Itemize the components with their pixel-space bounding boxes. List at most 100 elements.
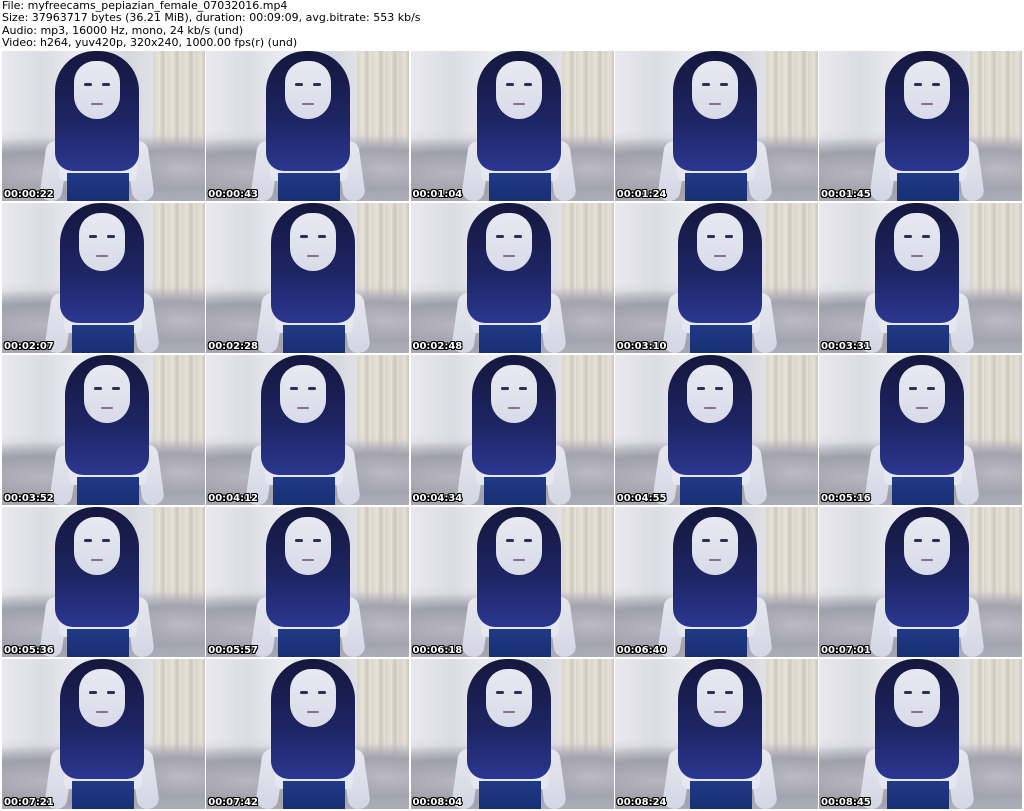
- eye-shape: [903, 691, 912, 694]
- thumbnail-timestamp: 00:05:57: [208, 645, 258, 656]
- face-shape: [692, 61, 739, 119]
- thumbnail-timestamp: 00:05:16: [821, 493, 871, 504]
- eye-shape: [496, 691, 504, 694]
- audio-info-line: Audio: mp3, 16000 Hz, mono, 24 kb/s (und…: [2, 24, 244, 37]
- jeans-shape: [886, 781, 949, 809]
- video-thumbnail: 00:06:18: [410, 507, 614, 657]
- mouth-shape: [296, 407, 309, 409]
- jeans-shape: [282, 325, 345, 353]
- eye-shape: [93, 387, 102, 390]
- eye-shape: [501, 387, 509, 390]
- jeans-shape: [685, 173, 748, 201]
- thumbnail-timestamp: 00:01:24: [616, 189, 667, 200]
- eye-shape: [921, 691, 930, 694]
- jeans-shape: [489, 629, 551, 657]
- video-info-line: Video: h264, yuv420p, 320x240, 1000.00 f…: [2, 37, 298, 50]
- mouth-shape: [709, 103, 722, 105]
- video-thumbnail: 00:08:04: [410, 659, 614, 809]
- eye-shape: [88, 691, 97, 694]
- jeans-shape: [690, 325, 753, 353]
- thumbnail-timestamp: 00:06:40: [616, 645, 667, 656]
- person-figure: [655, 51, 775, 201]
- mouth-shape: [90, 103, 103, 105]
- mouth-shape: [503, 255, 515, 257]
- video-thumbnail: 00:05:36: [2, 507, 205, 657]
- video-thumbnail: 00:05:57: [206, 507, 410, 657]
- eye-shape: [707, 235, 716, 238]
- file-info-header: File: myfreecams_pepiazian_female_070320…: [2, 0, 1022, 50]
- jeans-shape: [891, 477, 954, 505]
- eye-shape: [111, 387, 120, 390]
- jeans-shape: [282, 781, 345, 809]
- mouth-shape: [508, 407, 520, 409]
- jeans-shape: [896, 629, 959, 657]
- face-shape: [491, 365, 537, 423]
- video-thumbnail: 00:04:12: [206, 355, 410, 505]
- thumbnail-timestamp: 00:03:31: [821, 341, 871, 352]
- face-shape: [893, 669, 940, 727]
- eye-shape: [715, 387, 724, 390]
- mouth-shape: [920, 559, 933, 561]
- mouth-shape: [910, 711, 923, 713]
- thumbnail-timestamp: 00:02:48: [412, 341, 463, 352]
- face-shape: [692, 517, 739, 575]
- video-thumbnail: 00:06:40: [614, 507, 818, 657]
- person-figure: [248, 507, 368, 657]
- eye-shape: [903, 235, 912, 238]
- thumbnail-timestamp: 00:03:52: [4, 493, 54, 504]
- jeans-shape: [886, 325, 949, 353]
- eye-shape: [101, 539, 110, 542]
- thumbnail-timestamp: 00:04:55: [616, 493, 667, 504]
- eye-shape: [931, 83, 940, 86]
- video-thumbnail: 00:05:16: [819, 355, 1022, 505]
- thumbnail-timestamp: 00:04:12: [208, 493, 258, 504]
- mouth-shape: [709, 559, 722, 561]
- eye-shape: [913, 539, 922, 542]
- face-shape: [486, 213, 532, 271]
- eye-shape: [294, 539, 303, 542]
- person-figure: [37, 51, 157, 201]
- jeans-shape: [484, 477, 546, 505]
- jeans-shape: [71, 325, 134, 353]
- eye-shape: [506, 83, 514, 86]
- eye-shape: [524, 539, 532, 542]
- video-thumbnail: 00:08:45: [819, 659, 1022, 809]
- thumbnail-timestamp: 00:08:04: [412, 797, 463, 808]
- person-figure: [660, 203, 780, 353]
- video-thumbnail: 00:07:01: [819, 507, 1022, 657]
- jeans-shape: [685, 629, 748, 657]
- eye-shape: [496, 235, 504, 238]
- thumbnail-timestamp: 00:06:18: [412, 645, 463, 656]
- mouth-shape: [301, 559, 314, 561]
- video-thumbnail: 00:04:34: [410, 355, 614, 505]
- eye-shape: [702, 83, 711, 86]
- thumbnail-timestamp: 00:08:24: [616, 797, 667, 808]
- eye-shape: [720, 83, 729, 86]
- eye-shape: [514, 235, 522, 238]
- mouth-shape: [920, 103, 933, 105]
- thumbnail-grid: 00:00:22 00:00:43 00:01:04 00:01:24 00:01:45…: [2, 51, 1022, 809]
- eye-shape: [697, 387, 706, 390]
- eye-shape: [294, 83, 303, 86]
- video-thumbnail: 00:02:07: [2, 203, 205, 353]
- face-shape: [73, 517, 120, 575]
- mouth-shape: [714, 255, 727, 257]
- thumbnail-timestamp: 00:07:01: [821, 645, 871, 656]
- eye-shape: [317, 691, 326, 694]
- eye-shape: [707, 691, 716, 694]
- eye-shape: [312, 83, 321, 86]
- face-shape: [289, 669, 336, 727]
- video-thumbnail: 00:02:48: [410, 203, 614, 353]
- face-shape: [83, 365, 130, 423]
- face-shape: [903, 517, 950, 575]
- eye-shape: [83, 539, 92, 542]
- jeans-shape: [76, 477, 139, 505]
- video-thumbnail: 00:07:42: [206, 659, 410, 809]
- mouth-shape: [714, 711, 727, 713]
- eye-shape: [83, 83, 92, 86]
- jeans-shape: [896, 173, 959, 201]
- thumbnail-timestamp: 00:00:22: [4, 189, 54, 200]
- mouth-shape: [100, 407, 113, 409]
- face-shape: [78, 669, 125, 727]
- jeans-shape: [272, 477, 335, 505]
